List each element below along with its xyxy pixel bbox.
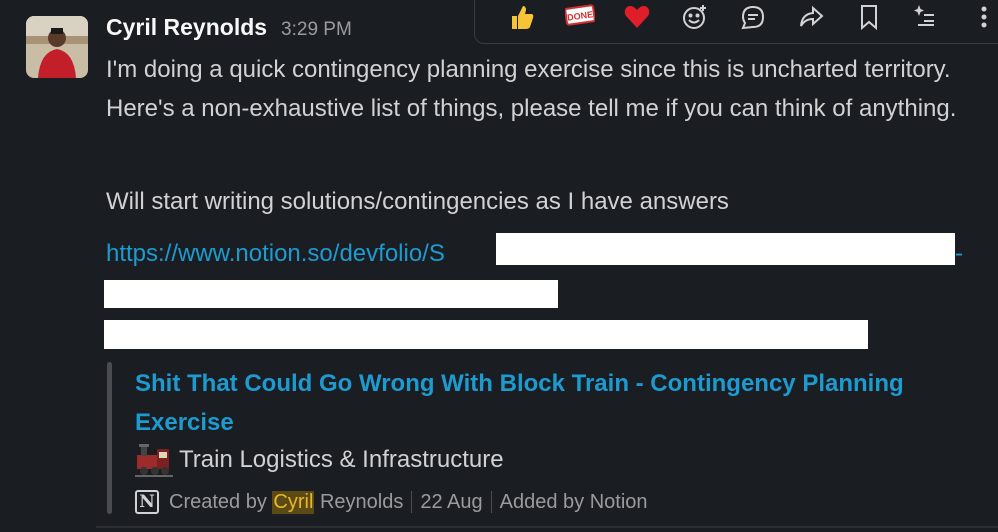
notion-logo-icon: N	[135, 490, 159, 514]
more-vertical-icon[interactable]	[955, 0, 998, 39]
message-text: Will start writing solutions/contingenci…	[106, 188, 729, 215]
created-by-prefix: Created by	[169, 490, 267, 513]
divider	[96, 526, 998, 528]
bookmark-icon[interactable]	[840, 0, 898, 39]
unfurl-border	[107, 362, 112, 514]
added-by: Added by Notion	[499, 490, 648, 513]
avatar[interactable]	[26, 16, 88, 78]
message-text: I'm doing a quick contingency planning e…	[106, 56, 957, 122]
created-by-suffix: Reynolds	[319, 490, 404, 513]
thumbs-up-icon[interactable]	[493, 0, 551, 39]
unfurl-meta: N Created by Cyril Reynolds 22 Aug Added…	[135, 486, 648, 518]
unfurl-date: 22 Aug	[420, 490, 483, 513]
unfurl-subtitle: Train Logistics & Infrastructure	[135, 441, 504, 479]
message-header: Cyril Reynolds 3:29 PM	[106, 14, 352, 46]
unfurl-subtitle-text: Train Logistics & Infrastructure	[179, 446, 504, 473]
add-reaction-icon[interactable]	[666, 0, 724, 39]
train-icon	[135, 444, 173, 477]
notion-link[interactable]: https://www.notion.so/devfolio/S	[106, 238, 445, 270]
unfurl-title[interactable]: Shit That Could Go Wrong With Block Trai…	[135, 364, 975, 442]
divider	[411, 491, 413, 513]
created-by-highlight: Cyril	[272, 490, 315, 514]
redaction	[104, 280, 558, 308]
divider	[490, 491, 492, 513]
redaction	[104, 320, 868, 349]
forward-icon[interactable]	[782, 0, 840, 39]
timestamp[interactable]: 3:29 PM	[281, 19, 352, 41]
reply-thread-icon[interactable]	[724, 0, 782, 39]
more-actions-icon[interactable]	[897, 0, 955, 39]
author-name[interactable]: Cyril Reynolds	[106, 14, 267, 41]
message-actions-toolbar: DONE	[474, 0, 998, 44]
heart-icon[interactable]	[609, 0, 667, 39]
done-icon[interactable]: DONE	[551, 0, 609, 39]
notion-link-tail[interactable]: -	[955, 238, 963, 270]
redaction	[496, 233, 955, 265]
